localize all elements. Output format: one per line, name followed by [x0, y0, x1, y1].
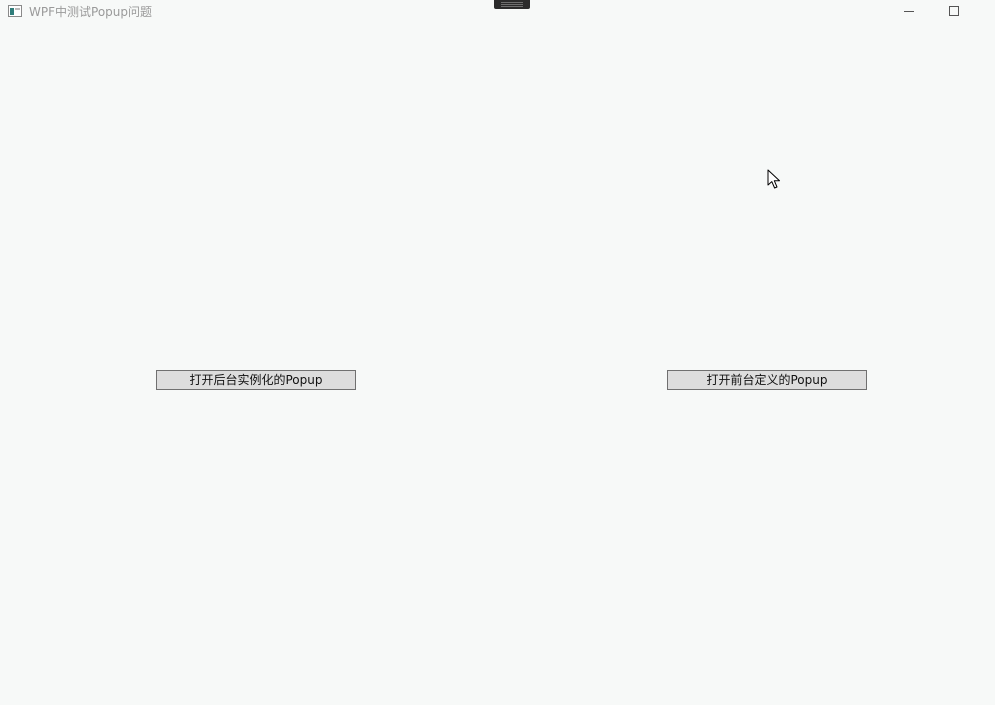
open-xaml-defined-popup-button[interactable]: 打开前台定义的Popup — [667, 370, 867, 390]
maximize-button[interactable] — [931, 0, 977, 24]
minimize-icon — [904, 10, 914, 12]
maximize-icon — [949, 6, 959, 16]
mouse-cursor-icon — [767, 169, 780, 189]
window-title: WPF中测试Popup问题 — [29, 5, 152, 19]
open-code-instantiated-popup-button[interactable]: 打开后台实例化的Popup — [156, 370, 356, 390]
window-app-icon — [8, 5, 22, 17]
minimize-button[interactable] — [886, 0, 932, 24]
app-window: WPF中测试Popup问题 打开后台实例化的Popup 打开前台定义的Popup — [0, 0, 995, 705]
drag-handle[interactable] — [494, 0, 530, 9]
title-bar[interactable]: WPF中测试Popup问题 — [0, 0, 995, 24]
